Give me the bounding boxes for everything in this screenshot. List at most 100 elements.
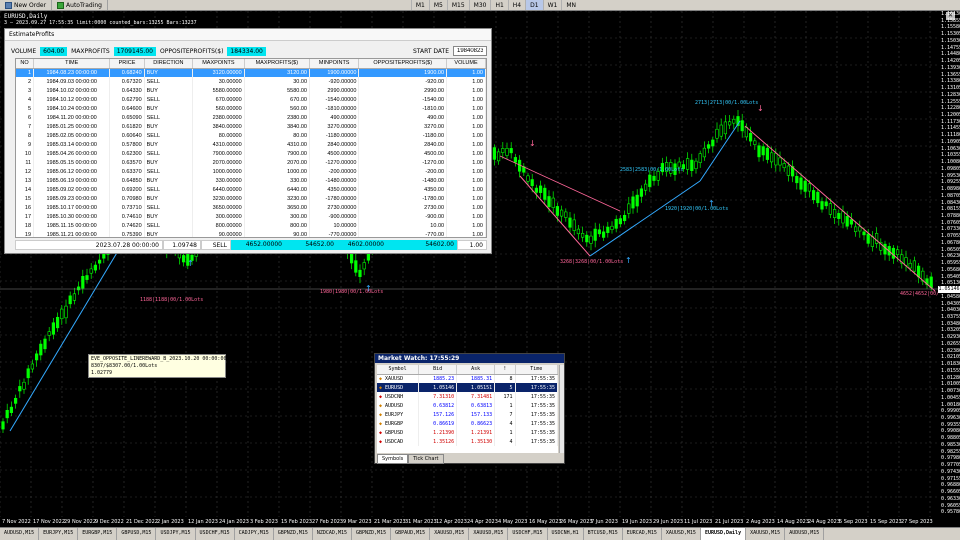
- table-row[interactable]: 3 1984.10.02 00:00:00 0.64330 BUY 5580.00000…: [16, 86, 486, 95]
- table-row[interactable]: 17 1985.10.30 00:00:00 0.74610 BUY 300.00000…: [16, 212, 486, 221]
- chart-tab[interactable]: GBPAUD,M15: [391, 528, 431, 540]
- chart-tab[interactable]: GBPUSD,M15: [117, 528, 157, 540]
- market-watch-row[interactable]: ◆ XAUUSD 1885.23 1885.31 8 17:55:35: [377, 374, 558, 383]
- chart-tab[interactable]: USDCNH,H1: [548, 528, 584, 540]
- table-cell: -920.00: [358, 77, 448, 86]
- chart-tab[interactable]: EURJPY,M15: [39, 528, 79, 540]
- chart-tab[interactable]: BTCUSD,M15: [584, 528, 623, 540]
- price-tick-label: 0.96055: [941, 502, 960, 509]
- market-watch-row[interactable]: ◆ AUDUSD 0.63812 0.63813 1 17:55:35: [377, 401, 558, 410]
- market-watch-tab-symbols[interactable]: Symbols: [377, 454, 409, 464]
- table-cell: 0.62790: [109, 95, 145, 104]
- chart-tab[interactable]: USDCHF,M15: [196, 528, 235, 540]
- column-header[interactable]: MAXPOINTS: [192, 59, 245, 69]
- market-watch-scrollbar[interactable]: [559, 365, 564, 453]
- chart-tab[interactable]: AUDUSD,M15: [785, 528, 825, 540]
- chart-tab[interactable]: EURUSD,Daily: [700, 528, 747, 540]
- market-watch-bid: 1.05146: [418, 383, 458, 392]
- timeframe-m15-button[interactable]: M15: [446, 0, 469, 10]
- footer-price: 1.09748: [163, 240, 201, 250]
- timeframe-m1-button[interactable]: M1: [410, 0, 429, 10]
- chart-tab[interactable]: XAUUSD,M15: [746, 528, 786, 540]
- table-row[interactable]: 13 1985.06.19 00:00:00 0.64850 BUY 330.00000…: [16, 176, 486, 185]
- table-row[interactable]: 2 1984.09.03 00:00:00 0.67320 SELL 30.00000 3…: [16, 77, 486, 86]
- price-tick-label: 1.04305: [941, 300, 960, 307]
- market-watch-column[interactable]: Symbol: [377, 365, 420, 375]
- table-row[interactable]: 15 1985.09.23 00:00:00 0.70980 BUY 3230.0000…: [16, 194, 486, 203]
- market-watch-row[interactable]: ◆ USDCNH 7.31310 7.31481 171 17:55:35: [377, 392, 558, 401]
- chart-tab[interactable]: XAUUSD,M15: [662, 528, 701, 540]
- table-cell: BUY: [144, 68, 194, 77]
- column-header[interactable]: PRICE: [109, 59, 145, 69]
- market-watch-column[interactable]: Bid: [418, 365, 458, 375]
- column-header[interactable]: MINPOINTS: [309, 59, 360, 69]
- market-watch-row[interactable]: ◆ EURGBP 0.86619 0.86623 4 17:55:35: [377, 419, 558, 428]
- market-watch-row[interactable]: ◆ EURJPY 157.126 157.133 7 17:55:35: [377, 410, 558, 419]
- table-row[interactable]: 11 1985.05.15 00:00:00 0.63570 BUY 2070.0000…: [16, 158, 486, 167]
- chart-tab[interactable]: XAUUSD,M15: [430, 528, 470, 540]
- table-cell: 30.00: [244, 77, 311, 86]
- chart-tab[interactable]: GBPNZD,M15: [274, 528, 313, 540]
- table-row[interactable]: 12 1985.06.12 00:00:00 0.63370 SELL 1000.000…: [16, 167, 486, 176]
- market-watch-row[interactable]: ◆ USDCAD 1.35126 1.35130 4 17:55:35: [377, 437, 558, 446]
- chart-tab[interactable]: NZDCAD,M15: [313, 528, 352, 540]
- chart-tab[interactable]: GBPNZD,M15: [352, 528, 392, 540]
- table-cell: 1985.04.26 00:00:00: [33, 149, 111, 158]
- timeframe-m30-button[interactable]: M30: [468, 0, 491, 10]
- autotrading-button[interactable]: AutoTrading: [52, 0, 108, 10]
- table-row[interactable]: 10 1985.04.26 00:00:00 0.62300 SELL 7900.000…: [16, 149, 486, 158]
- column-header[interactable]: DIRECTION: [144, 59, 194, 69]
- table-cell: -1270.00: [358, 158, 448, 167]
- table-row[interactable]: 16 1985.10.17 00:00:00 0.73710 SELL 3650.000…: [16, 203, 486, 212]
- market-watch-column[interactable]: Ask: [456, 365, 496, 375]
- market-watch-row[interactable]: ◆ EURUSD 1.05146 1.05151 5 17:55:35: [377, 383, 558, 392]
- market-watch-panel[interactable]: Market Watch: 17:55:29 Symbol Bid Ask! Time…: [374, 353, 565, 464]
- timeframe-h4-button[interactable]: H4: [507, 0, 525, 10]
- symbol-name: XAUUSD: [385, 375, 404, 382]
- table-row[interactable]: 9 1985.03.14 00:00:00 0.57800 BUY 4310.00000…: [16, 140, 486, 149]
- table-cell: 80.00000: [192, 131, 245, 140]
- estimate-profits-panel[interactable]: EstimateProfits VOLUME 604.00 MAXPROFITS…: [4, 28, 492, 254]
- timeframe-h1-button[interactable]: H1: [490, 0, 507, 10]
- estimate-profits-table[interactable]: NO TIME PRICE DIRECTION MAXPOINTS MAXPROFITS(…: [15, 58, 487, 238]
- table-row[interactable]: 19 1985.11.21 00:00:00 0.75390 BUY 90.00000 9…: [16, 230, 486, 237]
- table-row[interactable]: 14 1985.09.02 00:00:00 0.69200 SELL 6440.000…: [16, 185, 486, 194]
- chart-tab[interactable]: XAUUSD,M15: [469, 528, 509, 540]
- table-cell: -1540.00000: [309, 95, 360, 104]
- table-row[interactable]: 6 1984.11.20 00:00:00 0.65090 SELL 2380.0000…: [16, 113, 486, 122]
- table-row[interactable]: 5 1984.10.24 00:00:00 0.64600 BUY 560.00000 5…: [16, 104, 486, 113]
- column-header[interactable]: VOLUME: [446, 59, 486, 69]
- market-watch-column[interactable]: Time: [515, 365, 558, 375]
- table-row[interactable]: 7 1985.01.25 00:00:00 0.61820 BUY 3840.00000…: [16, 122, 486, 131]
- new-order-button[interactable]: New Order: [0, 0, 53, 10]
- chart-tab[interactable]: USDCHF,M15: [508, 528, 548, 540]
- price-tick-label: 1.08155: [941, 206, 960, 213]
- chart-tab[interactable]: AUDUSD,M15: [0, 528, 40, 540]
- table-cell: 0.57800: [109, 140, 145, 149]
- market-watch-column[interactable]: !: [494, 365, 516, 375]
- column-header[interactable]: MAXPROFITS($): [244, 59, 311, 69]
- market-watch-row[interactable]: ◆ GBPUSD 1.21390 1.21391 1 17:55:35: [377, 428, 558, 437]
- column-header[interactable]: TIME: [33, 59, 111, 69]
- market-watch-tab-tick-chart[interactable]: Tick Chart: [408, 454, 444, 464]
- candle-body: [635, 194, 639, 207]
- column-header[interactable]: OPPOSITEPROFITS($): [358, 59, 448, 69]
- market-watch-table[interactable]: Symbol Bid Ask! Time ◆ XAUUSD 1885.23 1885.31…: [377, 365, 558, 453]
- candle-body: [51, 322, 55, 335]
- timeframe-w1-button[interactable]: W1: [542, 0, 562, 10]
- timeframe-d1-button[interactable]: D1: [525, 0, 543, 10]
- start-date-input[interactable]: [453, 46, 487, 56]
- price-tick-label: 1.08430: [941, 199, 960, 206]
- chart-tab[interactable]: EURCAD,M15: [623, 528, 662, 540]
- chart-tab[interactable]: USDJPY,M15: [156, 528, 196, 540]
- chart-tab[interactable]: CADJPY,M15: [235, 528, 274, 540]
- timeframe-m5-button[interactable]: M5: [428, 0, 447, 10]
- table-row[interactable]: 4 1984.10.12 00:00:00 0.62790 SELL 670.00000…: [16, 95, 486, 104]
- table-cell: 0.62300: [109, 149, 145, 158]
- chart-tab[interactable]: EURGBP,M15: [78, 528, 118, 540]
- table-row[interactable]: 1 1984.08.23 00:00:00 0.68240 BUY 3120.00000…: [16, 68, 486, 77]
- table-row[interactable]: 8 1985.02.05 00:00:00 0.60640 SELL 80.00000 8…: [16, 131, 486, 140]
- column-header[interactable]: NO: [16, 59, 35, 69]
- timeframe-mn-button[interactable]: MN: [561, 0, 580, 10]
- table-row[interactable]: 18 1985.11.15 00:00:00 0.74620 SELL 800.0000…: [16, 221, 486, 230]
